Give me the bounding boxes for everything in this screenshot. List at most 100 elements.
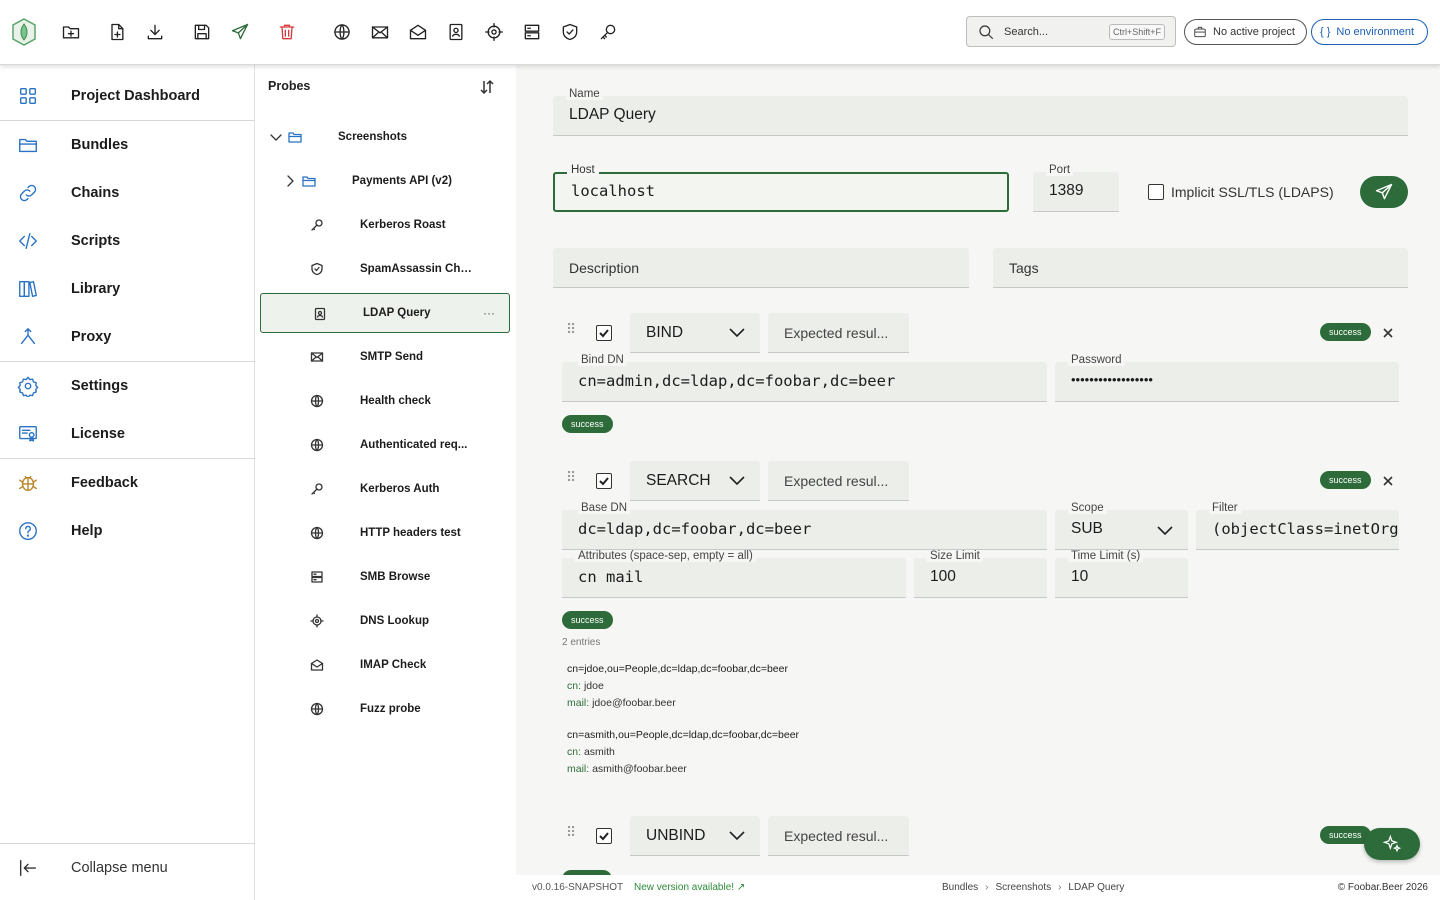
- port-input[interactable]: Port 1389: [1033, 164, 1119, 212]
- chevron-down-icon: [728, 325, 746, 339]
- mail-icon[interactable]: [368, 20, 392, 44]
- step-enabled-checkbox[interactable]: [596, 325, 612, 341]
- filter-label: Filter: [1209, 502, 1241, 514]
- breadcrumb-item: LDAP Query: [1068, 882, 1125, 893]
- tree-label: SMB Browse: [360, 571, 431, 583]
- close-icon[interactable]: [1382, 474, 1394, 486]
- nav-bundles[interactable]: Bundles: [0, 121, 255, 169]
- nav-license[interactable]: License: [0, 410, 255, 458]
- probe-item[interactable]: HTTP headers test: [260, 513, 510, 553]
- nav-chains[interactable]: Chains: [0, 169, 255, 217]
- nav-project-dashboard[interactable]: Project Dashboard: [0, 72, 255, 120]
- nav-help[interactable]: Help: [0, 507, 255, 555]
- key-icon[interactable]: [596, 20, 620, 44]
- close-icon[interactable]: [1382, 326, 1394, 338]
- send-icon[interactable]: [228, 20, 252, 44]
- server-icon[interactable]: [520, 20, 544, 44]
- probe-item[interactable]: SpamAssassin Che...: [260, 249, 510, 289]
- nav-feedback[interactable]: Feedback: [0, 459, 255, 507]
- tags-input[interactable]: Tags: [993, 248, 1408, 288]
- expected-result-input[interactable]: Expected resul...: [768, 313, 909, 353]
- globe-icon[interactable]: [330, 20, 354, 44]
- attr-value: asmith@foobar.beer: [592, 763, 687, 775]
- bind-dn-input[interactable]: Bind DN cn=admin,dc=ldap,dc=foobar,dc=be…: [562, 354, 1047, 402]
- new-file-icon[interactable]: [105, 20, 129, 44]
- contact-book-icon[interactable]: [444, 20, 468, 44]
- result-badge: success: [562, 611, 613, 629]
- tree-folder-payments-api[interactable]: Payments API (v2): [260, 161, 510, 201]
- globe-icon: [310, 438, 324, 452]
- drag-handle-icon[interactable]: ⠿: [566, 470, 576, 491]
- project-label: No active project: [1213, 26, 1295, 38]
- filter-input[interactable]: Filter (objectClass=inetOrgPerson): [1196, 502, 1399, 550]
- ai-assistant-button[interactable]: [1364, 828, 1420, 860]
- expected-result-input[interactable]: Expected resul...: [768, 816, 909, 856]
- base-dn-input[interactable]: Base DN dc=ldap,dc=foobar,dc=beer: [562, 502, 1047, 550]
- app-logo-icon: [12, 18, 36, 46]
- collapse-menu-button[interactable]: Collapse menu: [0, 844, 255, 892]
- drag-handle-icon[interactable]: ⠿: [566, 322, 576, 343]
- global-search[interactable]: Search... Ctrl+Shift+F: [966, 16, 1176, 47]
- port-label: Port: [1046, 164, 1074, 176]
- bind-dn-label: Bind DN: [578, 354, 627, 366]
- step-enabled-checkbox[interactable]: [596, 828, 612, 844]
- probe-item[interactable]: SMTP Send: [260, 337, 510, 377]
- attributes-input[interactable]: Attributes (space-sep, empty = all) cn m…: [562, 550, 906, 598]
- nav-settings[interactable]: Settings: [0, 362, 255, 410]
- probe-item[interactable]: Kerberos Auth: [260, 469, 510, 509]
- target-icon[interactable]: [482, 20, 506, 44]
- probe-item[interactable]: SMB Browse: [260, 557, 510, 597]
- project-selector[interactable]: No active project: [1184, 19, 1307, 45]
- filter-value: (objectClass=inetOrgPerson): [1212, 520, 1399, 538]
- nav-label: Scripts: [71, 233, 121, 249]
- new-folder-icon[interactable]: [59, 20, 83, 44]
- port-value: 1389: [1049, 182, 1084, 199]
- environment-selector[interactable]: { } No environment: [1311, 19, 1428, 45]
- probe-item[interactable]: Fuzz probe: [260, 689, 510, 729]
- base-dn-label: Base DN: [578, 502, 631, 514]
- probe-item[interactable]: Health check: [260, 381, 510, 421]
- operation-select[interactable]: SEARCH: [630, 461, 760, 501]
- sort-icon[interactable]: [480, 79, 494, 95]
- name-field[interactable]: Name LDAP Query: [553, 88, 1408, 136]
- nav-scripts[interactable]: Scripts: [0, 217, 255, 265]
- host-input[interactable]: Host localhost: [553, 164, 1009, 212]
- scope-select[interactable]: Scope SUB: [1055, 502, 1188, 550]
- nav-label: Settings: [71, 378, 129, 394]
- ssl-checkbox[interactable]: [1148, 184, 1164, 200]
- nav-proxy[interactable]: Proxy: [0, 313, 255, 361]
- probe-item[interactable]: DNS Lookup: [260, 601, 510, 641]
- run-probe-button[interactable]: [1360, 176, 1408, 208]
- operation-select[interactable]: UNBIND: [630, 816, 760, 856]
- drag-handle-icon[interactable]: ⠿: [566, 825, 576, 846]
- probe-item[interactable]: Authenticated req...: [260, 425, 510, 465]
- shield-check-icon[interactable]: [558, 20, 582, 44]
- tree-folder-screenshots[interactable]: Screenshots: [260, 117, 510, 157]
- save-icon[interactable]: [190, 20, 214, 44]
- probe-item[interactable]: Kerberos Roast: [260, 205, 510, 245]
- probe-item-selected[interactable]: LDAP Query ···: [260, 293, 510, 333]
- chevron-down-icon: [728, 473, 746, 487]
- size-limit-input[interactable]: Size Limit 100: [914, 550, 1047, 598]
- nav-label: Chains: [71, 185, 120, 201]
- mail-icon: [310, 350, 324, 364]
- nav-library[interactable]: Library: [0, 265, 255, 313]
- mail-open-icon[interactable]: [406, 20, 430, 44]
- target-icon: [310, 614, 324, 628]
- expected-result-input[interactable]: Expected resul...: [768, 461, 909, 501]
- new-version-link[interactable]: New version available! ↗: [634, 882, 745, 893]
- description-input[interactable]: Description: [553, 248, 969, 288]
- probe-item[interactable]: IMAP Check: [260, 645, 510, 685]
- breadcrumb-item[interactable]: Bundles: [942, 882, 978, 893]
- password-input[interactable]: Password ••••••••••••••••••: [1055, 354, 1399, 402]
- shield-check-icon: [310, 262, 324, 276]
- attr-value: jdoe: [583, 680, 604, 692]
- delete-icon[interactable]: [275, 20, 299, 44]
- operation-select[interactable]: BIND: [630, 313, 760, 353]
- step-enabled-checkbox[interactable]: [596, 473, 612, 489]
- time-limit-input[interactable]: Time Limit (s) 10: [1055, 550, 1188, 598]
- more-options-icon[interactable]: ···: [483, 306, 495, 320]
- breadcrumb-item[interactable]: Screenshots: [995, 882, 1051, 893]
- host-value: localhost: [571, 182, 655, 200]
- download-icon[interactable]: [143, 20, 167, 44]
